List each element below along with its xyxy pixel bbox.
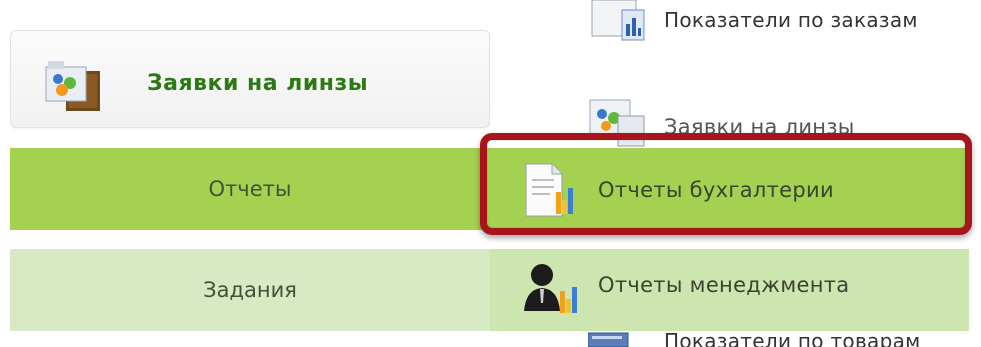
submenu-label-product-metrics: Показатели по товарам xyxy=(664,329,921,347)
submenu-item-product-metrics[interactable]: Показатели по товарам xyxy=(490,329,969,347)
accounting-reports-icon xyxy=(525,163,573,217)
submenu-label-lens-orders: Заявки на линзы xyxy=(664,115,855,139)
lens-orders-button[interactable]: Заявки на линзы xyxy=(10,30,490,128)
nav-reports-label: Отчеты xyxy=(208,177,292,201)
management-reports-icon xyxy=(524,264,577,313)
order-metrics-icon xyxy=(591,0,645,41)
submenu-label-order-metrics: Показатели по заказам xyxy=(664,8,918,32)
lens-orders-label: Заявки на линзы xyxy=(147,71,369,96)
submenu-item-management-reports[interactable]: Отчеты менеджмента xyxy=(490,249,969,331)
reports-submenu: Показатели по заказам Заявки на линзы От… xyxy=(490,0,981,347)
submenu-label-management-reports: Отчеты менеджмента xyxy=(598,273,850,297)
submenu-label-accounting-reports: Отчеты бухгалтерии xyxy=(598,178,834,202)
submenu-item-accounting-reports[interactable]: Отчеты бухгалтерии xyxy=(490,148,969,230)
page: Заявки на линзы Отчеты Задания Показател… xyxy=(0,0,981,347)
nav-reports[interactable]: Отчеты xyxy=(10,148,490,230)
submenu-item-lens-orders[interactable]: Заявки на линзы xyxy=(490,98,969,148)
product-metrics-icon xyxy=(588,332,629,347)
nav-tasks-label: Задания xyxy=(203,278,297,302)
lens-orders-icon xyxy=(45,61,100,111)
submenu-item-order-metrics[interactable]: Показатели по заказам xyxy=(490,0,969,42)
nav-tasks[interactable]: Задания xyxy=(10,249,490,331)
lens-orders-small-icon xyxy=(589,99,645,147)
